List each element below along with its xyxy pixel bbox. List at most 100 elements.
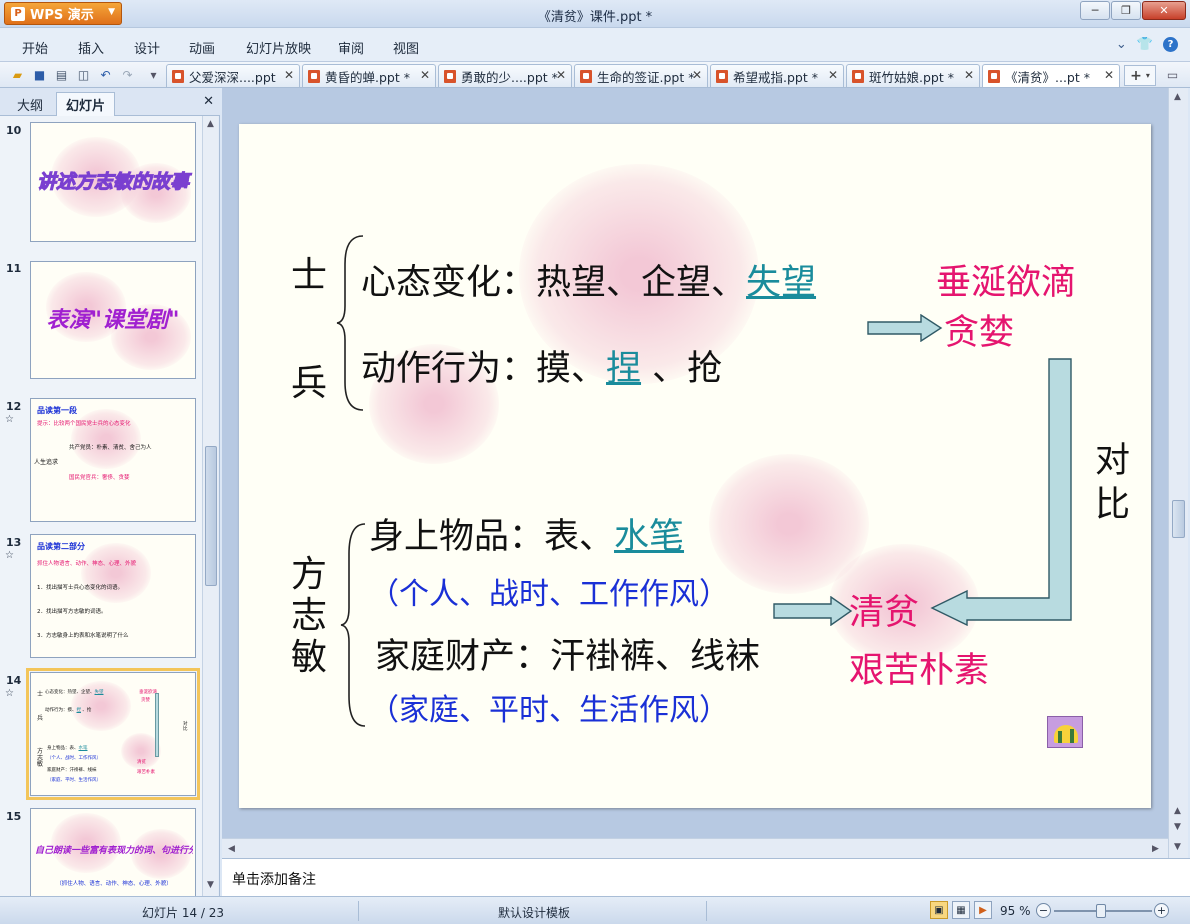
notes-area[interactable]: 单击添加备注: [222, 858, 1190, 896]
menu-home[interactable]: 开始: [22, 38, 48, 57]
scroll-up-icon[interactable]: ▲: [207, 119, 214, 129]
thumb-number: 11: [6, 262, 22, 275]
tab-outline[interactable]: 大纲: [8, 92, 52, 116]
thumb-line: （抓住人物、语言、动作、神态、心理、外貌）: [56, 881, 172, 887]
thumb-line: 提示：比较两个国民党士兵的心态变化: [37, 421, 131, 427]
scroll-down-icon[interactable]: ▼: [1174, 842, 1181, 852]
fang-char: 方: [291, 554, 328, 595]
close-tab-icon[interactable]: ✕: [692, 68, 702, 82]
items-link-shuibi[interactable]: 水笔: [614, 517, 684, 557]
action-link-nie[interactable]: 捏: [606, 349, 641, 389]
thumb-title: 自己朗读一些富有表现力的词、句进行分析: [35, 846, 193, 856]
doc-tab-active[interactable]: 《清贫》...pt * ✕: [982, 64, 1120, 87]
save-icon[interactable]: ■: [31, 66, 48, 83]
items-text: 身上物品：表、: [369, 517, 615, 557]
menu-review[interactable]: 审阅: [338, 38, 364, 57]
title-bar: P WPS 演示 ▼ 《清贫》课件.ppt * ─ ❐ ✕: [0, 0, 1190, 28]
slide-sorter-view-button[interactable]: ▦: [952, 901, 970, 919]
zoom-out-icon[interactable]: −: [1036, 903, 1051, 918]
thumb-text: 身上物品：表、: [47, 746, 79, 751]
help-icon[interactable]: ?: [1163, 37, 1178, 52]
fang-char: 敏: [291, 636, 328, 678]
next-slide-icon[interactable]: ▼: [1174, 822, 1181, 832]
contrast-label: 对 比: [1095, 440, 1130, 528]
restore-button[interactable]: ❐: [1111, 1, 1141, 20]
close-tab-icon[interactable]: ✕: [964, 68, 974, 82]
thumb-text: （个人、战时、工作作风）: [47, 756, 101, 761]
ribbon-collapse-chevron-icon[interactable]: ⌄: [1116, 37, 1127, 52]
open-folder-icon[interactable]: ▰: [9, 66, 26, 83]
close-tab-icon[interactable]: ✕: [828, 68, 838, 82]
menu-design[interactable]: 设计: [134, 38, 160, 57]
print-preview-icon[interactable]: ◫: [75, 66, 92, 83]
contrast-connector-arrow: [930, 358, 1072, 626]
scrollbar-thumb[interactable]: [1172, 500, 1185, 538]
slide-thumbnail-15[interactable]: 自己朗读一些富有表现力的词、句进行分析 （抓住人物、语言、动作、神态、心理、外貌…: [30, 808, 196, 896]
pane-tabs: 大纲 幻灯片 ✕: [0, 88, 220, 116]
menu-bar: 开始 插入 设计 动画 幻灯片放映 审阅 视图 ⌄ 👕 ?: [0, 28, 1190, 62]
doc-tab-1[interactable]: 父爱深深....ppt ✕: [166, 64, 300, 87]
close-tab-icon[interactable]: ✕: [556, 68, 566, 82]
normal-view-button[interactable]: ▣: [930, 901, 948, 919]
customize-toolbar-chevron-icon[interactable]: ▾: [145, 66, 162, 83]
menu-view[interactable]: 视图: [393, 38, 419, 57]
undo-icon[interactable]: ↶: [97, 66, 114, 83]
ppt-file-icon: [444, 69, 456, 83]
slide-thumbnail-11[interactable]: 表演"课堂剧": [30, 261, 196, 379]
scroll-down-icon[interactable]: ▼: [207, 880, 214, 890]
menu-slideshow[interactable]: 幻灯片放映: [246, 38, 311, 57]
previous-slide-icon[interactable]: ▲: [1174, 806, 1181, 816]
scroll-up-icon[interactable]: ▲: [1174, 92, 1181, 102]
sound-action-icon[interactable]: [1047, 716, 1083, 748]
slideshow-view-button[interactable]: ▶: [974, 901, 992, 919]
doc-tab-4[interactable]: 生命的签证.ppt * ✕: [574, 64, 708, 87]
fang-char: 志: [291, 595, 328, 637]
thumb-text: 艰苦朴素: [137, 770, 155, 775]
line-items: 身上物品：表、水笔: [369, 520, 684, 555]
tab-slides[interactable]: 幻灯片: [56, 92, 116, 116]
property-note: （家庭、平时、生活作风）: [369, 693, 729, 728]
thumb-text: 水笔: [78, 746, 88, 751]
scroll-right-icon[interactable]: ▶: [1152, 844, 1159, 854]
zoom-slider-knob[interactable]: [1096, 904, 1106, 918]
menu-animation[interactable]: 动画: [189, 38, 215, 57]
close-window-button[interactable]: ✕: [1142, 1, 1186, 20]
tab-list-icon[interactable]: ▭: [1164, 66, 1181, 83]
slide-thumbnail-13[interactable]: 品读第二部分 抓住人物语言、动作、神态、心理、外貌 1．找出描写士兵心态变化的词…: [30, 534, 196, 658]
scroll-left-icon[interactable]: ◀: [228, 844, 235, 854]
ppt-file-icon: [852, 69, 864, 83]
thumb-text: 家庭财产：汗褂裤、线袜: [47, 768, 97, 773]
redo-icon[interactable]: ↷: [119, 66, 136, 83]
animation-star-icon: ☆: [5, 688, 14, 699]
skin-shirt-icon[interactable]: 👕: [1137, 37, 1153, 52]
slide-horizontal-scrollbar[interactable]: ◀ ▶: [222, 838, 1168, 858]
doc-tab-5[interactable]: 希望戒指.ppt * ✕: [710, 64, 844, 87]
scrollbar-thumb[interactable]: [205, 446, 217, 586]
template-name: 默认设计模板: [498, 906, 571, 920]
new-tab-button[interactable]: + ▾: [1124, 65, 1156, 86]
menu-insert[interactable]: 插入: [78, 38, 104, 57]
thumb-title: 表演"课堂剧": [46, 307, 180, 333]
thumb-number: 12: [6, 400, 22, 413]
print-icon[interactable]: ▤: [53, 66, 70, 83]
slide-canvas[interactable]: 士 兵 心态变化：热望、企望、失望 动作行为：摸、捏 、抢 垂涎欲滴 贪婪 对 …: [239, 124, 1151, 808]
zoom-level: 95 %: [1000, 904, 1031, 918]
thumb-title: 品读第二部分: [37, 542, 85, 551]
thumbnail-scrollbar[interactable]: ▲ ▼: [202, 116, 218, 896]
line-mood-change: 心态变化：热望、企望、失望: [361, 266, 816, 301]
close-pane-icon[interactable]: ✕: [203, 94, 214, 109]
arrow-to-qingpin-icon: [773, 596, 853, 626]
close-tab-icon[interactable]: ✕: [284, 68, 294, 82]
slide-thumbnail-10[interactable]: 讲述方志敏的故事: [30, 122, 196, 242]
mood-link-shiwang[interactable]: 失望: [746, 263, 816, 303]
doc-tab-3[interactable]: 勇敢的少....ppt * ✕: [438, 64, 572, 87]
close-tab-icon[interactable]: ✕: [420, 68, 430, 82]
minimize-button[interactable]: ─: [1080, 1, 1110, 20]
close-tab-icon[interactable]: ✕: [1104, 68, 1114, 82]
doc-tab-2[interactable]: 黄昏的蝉.ppt * ✕: [302, 64, 436, 87]
doc-tab-6[interactable]: 斑竹姑娘.ppt * ✕: [846, 64, 980, 87]
zoom-in-icon[interactable]: +: [1154, 903, 1169, 918]
slide-vertical-scrollbar[interactable]: ▲ ▲ ▼ ▼: [1168, 88, 1188, 858]
slide-thumbnail-12[interactable]: 品读第一段 提示：比较两个国民党士兵的心态变化 人生追求 共产党员：朴素、清贫、…: [30, 398, 196, 522]
slide-thumbnail-14[interactable]: 士 兵 心态变化：热望、企望、失望 垂涎欲滴 贪婪 动作行为：摸、捏 、抢 对比…: [26, 668, 200, 800]
